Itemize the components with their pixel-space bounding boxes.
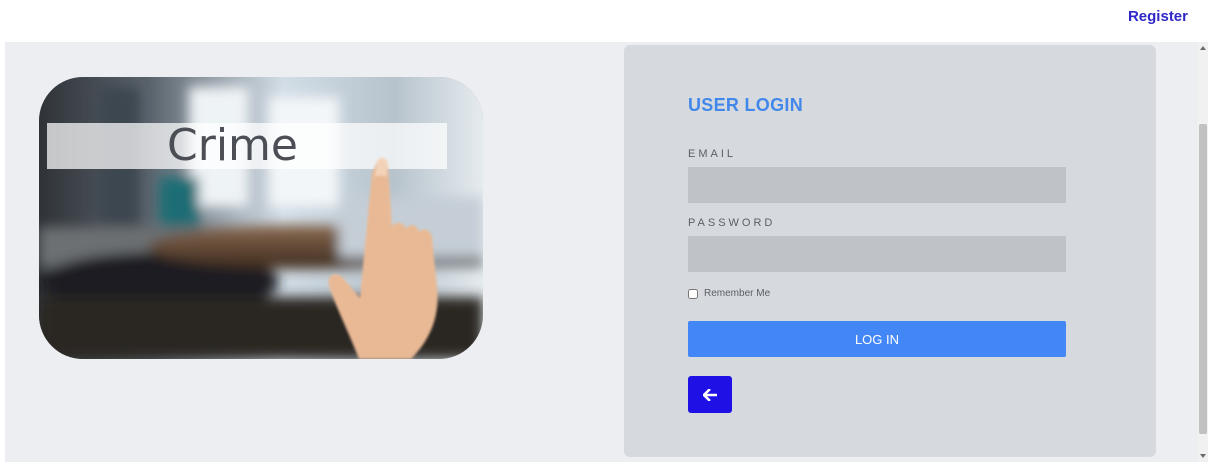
hero-image: Crime [39,77,483,359]
scroll-up-arrow-icon[interactable] [1200,46,1206,50]
email-label: EMAIL [688,148,737,160]
top-bar: Register [0,0,1208,42]
password-label: PASSWORD [688,217,776,229]
password-field[interactable] [688,236,1066,272]
scrollbar[interactable] [1198,42,1208,462]
email-field[interactable] [688,167,1066,203]
scroll-down-arrow-icon[interactable] [1200,454,1206,458]
remember-me-label: Remember Me [704,288,771,299]
login-button[interactable]: LOG IN [688,321,1066,357]
remember-me[interactable]: Remember Me [688,288,770,299]
login-title: USER LOGIN [688,95,804,115]
remember-me-checkbox[interactable] [688,288,698,299]
hero-caption: Crime [167,120,298,171]
back-button[interactable] [688,376,732,413]
arrow-left-icon [703,388,717,401]
register-link[interactable]: Register [1128,8,1188,25]
main-content: Crime USER LOGIN EMAIL PASSWORD Remember… [5,42,1198,462]
login-card: USER LOGIN EMAIL PASSWORD Remember Me LO… [624,45,1156,457]
scroll-thumb[interactable] [1199,124,1207,434]
